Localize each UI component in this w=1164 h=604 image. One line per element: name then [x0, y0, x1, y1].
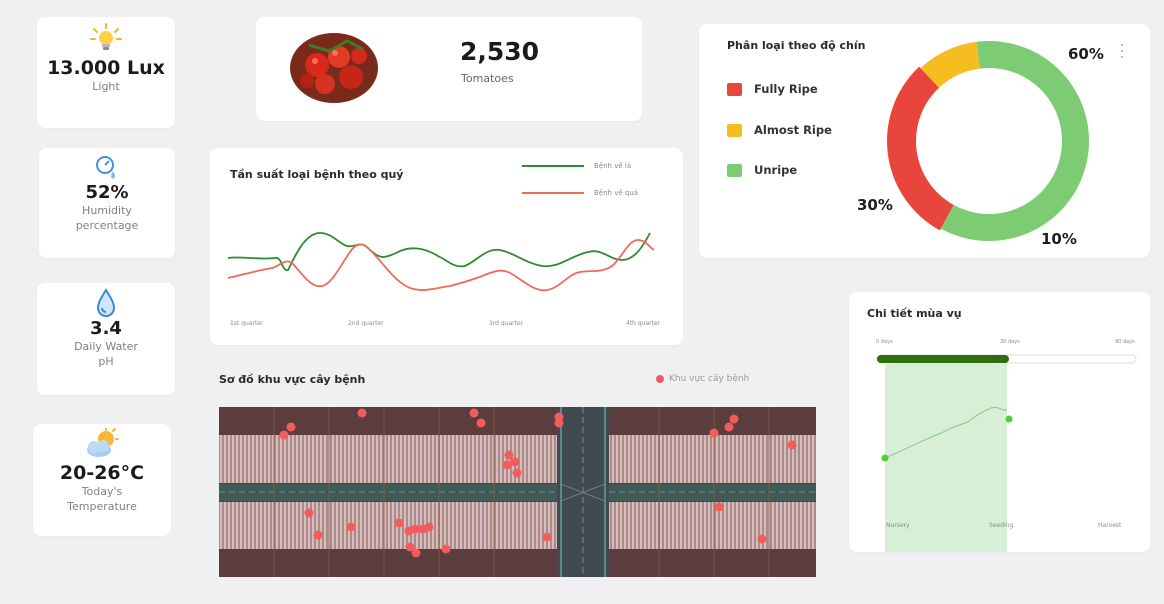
- disease-marker[interactable]: [394, 518, 404, 528]
- disease-marker[interactable]: [469, 408, 479, 418]
- light-bulb-icon: [90, 23, 122, 50]
- disease-marker[interactable]: [757, 534, 767, 544]
- disease-marker[interactable]: [410, 524, 420, 534]
- tomatoes-card: 2,530 Tomatoes: [256, 17, 642, 121]
- legend-unripe: Unripe: [727, 163, 797, 177]
- pct-label-unripe: 60%: [1068, 45, 1104, 63]
- disease-line-chart: [227, 232, 655, 292]
- legend-fully-ripe: Fully Ripe: [727, 82, 818, 96]
- disease-map-legend: Khu vực cây bệnh: [656, 374, 749, 384]
- disease-marker[interactable]: [441, 544, 451, 554]
- x-tick-q1: 1st quarter: [230, 320, 264, 327]
- disease-area-map[interactable]: [219, 407, 816, 577]
- disease-marker[interactable]: [714, 502, 724, 512]
- disease-marker[interactable]: [411, 548, 421, 558]
- disease-marker[interactable]: [512, 468, 522, 478]
- disease-marker[interactable]: [346, 522, 356, 532]
- disease-marker[interactable]: [502, 460, 512, 470]
- legend-label: Fully Ripe: [754, 82, 818, 96]
- legend-swatch-green: [727, 163, 742, 177]
- legend-swatch-red: [727, 82, 742, 96]
- legend-label-map: Khu vực cây bệnh: [669, 374, 750, 384]
- pct-label-almost-ripe: 10%: [1041, 230, 1077, 248]
- water-card: 3.4 Daily Water pH: [37, 283, 175, 395]
- disease-marker[interactable]: [542, 532, 552, 542]
- water-value: 3.4: [90, 318, 122, 339]
- x-tick-q4: 4th quarter: [626, 320, 661, 327]
- series-line-fruit: [227, 239, 655, 292]
- donut-slice-fully-ripe[interactable]: [887, 66, 954, 231]
- season-details-card: Chi tiết mùa vụ 0 days 30 days 90 days N…: [849, 292, 1150, 552]
- disease-marker[interactable]: [313, 530, 323, 540]
- season-progress-fill: [877, 355, 1009, 363]
- legend-label: Almost Ripe: [754, 123, 832, 137]
- humidity-gauge-icon: [96, 156, 115, 179]
- tomato-image: [290, 33, 378, 103]
- ripeness-title: Phân loại theo độ chín: [727, 39, 866, 52]
- temperature-value: 20-26°C: [59, 462, 145, 484]
- disease-marker[interactable]: [357, 408, 367, 418]
- light-label: Light: [92, 80, 120, 93]
- season-progress-chart: [876, 354, 1137, 552]
- legend-swatch-yellow: [727, 123, 742, 137]
- disease-marker[interactable]: [476, 418, 486, 428]
- x-tick-q2: 2nd quarter: [348, 320, 384, 327]
- legend-label: Unripe: [754, 163, 798, 177]
- legend-almost-ripe: Almost Ripe: [727, 123, 832, 137]
- temperature-card: 20-26°C Today's Temperature: [33, 424, 171, 536]
- x-tick-q3: 3rd quarter: [489, 320, 524, 327]
- disease-map-title: Sơ đồ khu vực cây bệnh: [219, 373, 366, 386]
- kebab-icon[interactable]: [1120, 44, 1124, 58]
- tomato-count: 2,530: [460, 37, 540, 66]
- season-point-now: [1005, 415, 1013, 423]
- water-drop-icon: [96, 288, 116, 317]
- light-card: 13.000 Lux Light: [37, 17, 175, 128]
- disease-marker[interactable]: [709, 428, 719, 438]
- disease-marker[interactable]: [286, 422, 296, 432]
- disease-marker[interactable]: [787, 440, 797, 450]
- humidity-value: 52%: [85, 182, 129, 203]
- season-point-start: [881, 454, 889, 462]
- ripeness-card: Phân loại theo độ chín Fully Ripe Almost…: [699, 24, 1150, 258]
- stage-harvest: Harvest: [1098, 522, 1122, 529]
- disease-marker[interactable]: [724, 422, 734, 432]
- stage-seeding: Seeding: [989, 522, 1014, 529]
- series-line-leaf: [227, 232, 651, 271]
- legend-dot: [656, 375, 664, 383]
- disease-marker[interactable]: [424, 522, 434, 532]
- disease-marker[interactable]: [510, 457, 520, 467]
- partly-cloudy-icon: [87, 428, 119, 457]
- pct-label-fully-ripe: 30%: [857, 196, 893, 214]
- water-label: Daily Water pH: [74, 340, 138, 369]
- disease-marker[interactable]: [729, 414, 739, 424]
- humidity-label: Humidity percentage: [75, 204, 139, 233]
- disease-frequency-card: Tần suất loại bệnh theo quý Bệnh về lá B…: [210, 148, 683, 345]
- tomato-label: Tomatoes: [461, 72, 514, 85]
- disease-marker[interactable]: [504, 450, 514, 460]
- disease-marker[interactable]: [554, 418, 564, 428]
- light-value: 13.000 Lux: [47, 57, 165, 79]
- disease-marker[interactable]: [304, 508, 314, 518]
- disease-marker[interactable]: [279, 430, 289, 440]
- stage-nursery: Nursery: [886, 522, 910, 529]
- humidity-card: 52% Humidity percentage: [39, 148, 175, 258]
- temperature-label: Today's Temperature: [67, 485, 137, 514]
